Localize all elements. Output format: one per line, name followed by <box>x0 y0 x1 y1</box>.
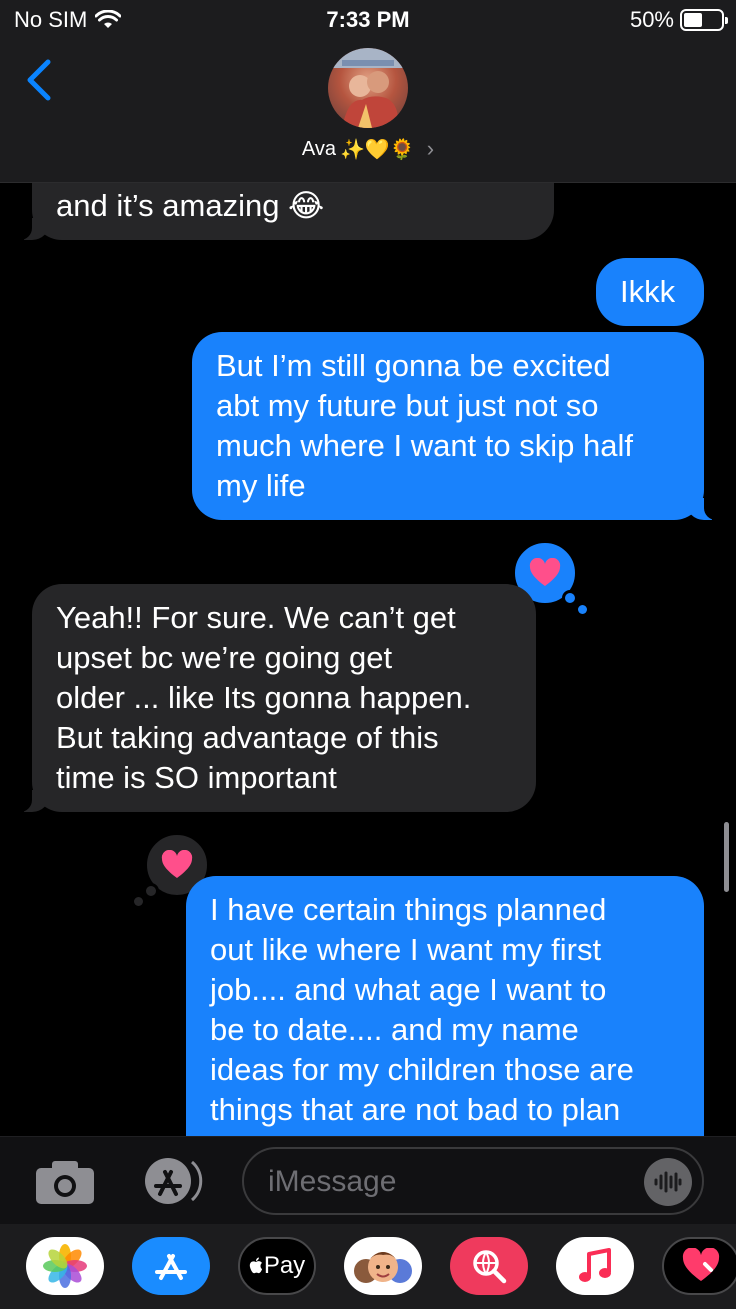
back-chevron-icon[interactable] <box>22 58 58 102</box>
apple-logo <box>249 1257 262 1274</box>
status-bar: No SIM 7:33 PM 50% <box>0 0 736 40</box>
message-line: out like where I want my first <box>210 932 602 967</box>
music-note-glyph <box>579 1248 611 1282</box>
message-line: Ikkk <box>620 274 676 309</box>
camera-icon[interactable] <box>34 1158 96 1206</box>
app-drawer: Pay <box>0 1224 736 1309</box>
message-line: But I’m still gonna be excited <box>216 348 611 383</box>
message-line: upset bc we’re going get <box>56 640 393 675</box>
message-line: much where I want to skip half <box>216 428 633 463</box>
imessage-field[interactable] <box>242 1147 704 1215</box>
message-line: But taking advantage of this <box>56 720 439 755</box>
battery-percent: 50% <box>629 7 674 32</box>
tapback-tail-dot <box>578 605 587 614</box>
message-line: ideas for my children those are <box>210 1052 634 1087</box>
photos-glyph <box>43 1244 87 1288</box>
contact-emojis: ✨💛🌻 <box>340 138 415 161</box>
status-time: 7:33 PM <box>326 7 410 32</box>
digital-touch-icon[interactable] <box>662 1237 736 1295</box>
contact-name-button[interactable]: Ava ✨💛🌻 › <box>0 136 736 162</box>
message-bubble-received[interactable]: Yeah!! For sure. We can’t get upset bc w… <box>18 584 536 812</box>
music-icon[interactable] <box>556 1237 634 1295</box>
battery-icon <box>680 9 728 31</box>
message-line: I have certain things planned <box>210 892 607 927</box>
heart-icon <box>161 850 193 878</box>
audio-waveform-icon[interactable] <box>644 1158 692 1206</box>
avatar-photo <box>328 48 408 128</box>
message-line: abt my future but just not so <box>216 388 599 423</box>
message-bubble-sent[interactable]: But I’m still gonna be excited abt my fu… <box>192 332 718 520</box>
web-search-icon[interactable] <box>450 1237 528 1295</box>
message-bubble-sent[interactable]: I have certain things planned out like w… <box>186 876 704 1176</box>
message-input-bar <box>0 1136 736 1224</box>
contact-avatar[interactable] <box>328 48 408 128</box>
message-bubble-sent[interactable]: Ikkk <box>596 258 704 326</box>
search-globe-glyph <box>473 1250 507 1284</box>
tapback-tail-dot <box>562 590 578 606</box>
message-input[interactable] <box>268 1163 638 1201</box>
photos-icon[interactable] <box>26 1237 104 1295</box>
contact-name: Ava <box>301 137 337 160</box>
chevron-right-icon: › <box>426 136 435 161</box>
message-line: older ... like Its gonna happen. <box>56 680 472 715</box>
scroll-indicator[interactable] <box>724 822 729 892</box>
message-line: be to date.... and my name <box>210 1012 579 1047</box>
message-line: time is SO important <box>56 760 337 795</box>
memoji-glyph <box>354 1252 412 1283</box>
apple-pay-label: Pay <box>263 1252 306 1279</box>
memoji-icon[interactable] <box>344 1237 422 1295</box>
message-line: my life <box>216 468 306 503</box>
message-line: Yeah!! For sure. We can’t get <box>56 600 456 635</box>
heart-icon <box>529 558 561 586</box>
message-line: things that are not bad to plan <box>210 1092 621 1127</box>
tapback-tail-dot <box>134 897 143 906</box>
appstore-icon[interactable] <box>138 1156 206 1206</box>
appstore-glyph <box>155 1254 187 1280</box>
message-line: job.... and what age I want to <box>210 972 607 1007</box>
apple-pay-icon[interactable]: Pay <box>238 1237 316 1295</box>
waveform-glyph <box>654 1171 682 1193</box>
heart-touch-glyph <box>682 1248 720 1281</box>
appstore-icon[interactable] <box>132 1237 210 1295</box>
message-line: and it’s amazing 😂 <box>56 188 325 223</box>
tapback-tail-dot <box>143 883 159 899</box>
